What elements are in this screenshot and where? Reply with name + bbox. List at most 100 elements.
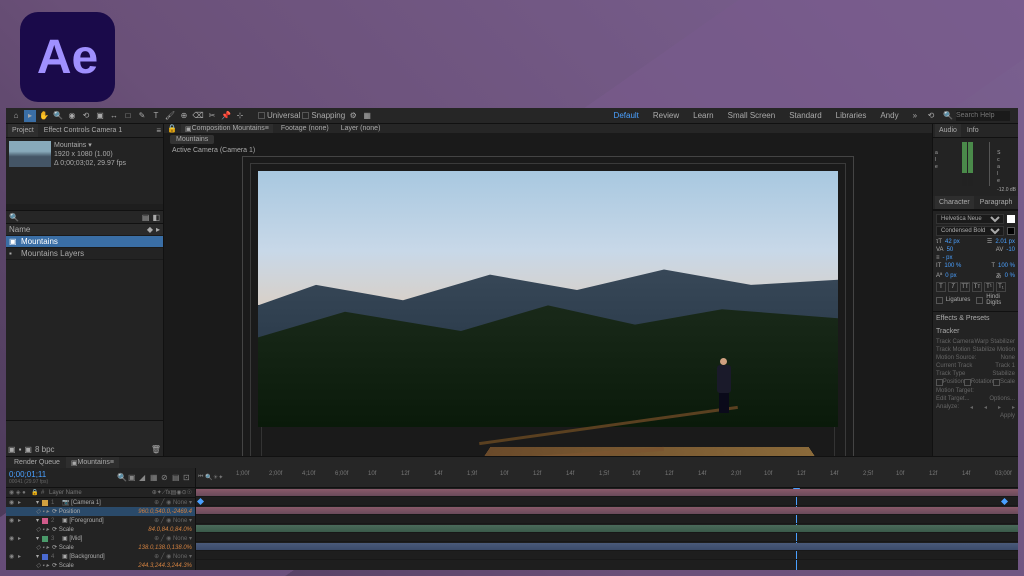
rotation-checkbox[interactable] bbox=[964, 379, 971, 386]
ligatures-checkbox[interactable] bbox=[936, 297, 943, 304]
stroke-swatch[interactable] bbox=[1007, 227, 1015, 235]
project-tab[interactable]: Project bbox=[8, 124, 38, 137]
timeline-track[interactable] bbox=[196, 497, 1018, 506]
workspace-small-screen[interactable]: Small Screen bbox=[722, 108, 782, 123]
timeline-track[interactable] bbox=[196, 533, 1018, 542]
hscale-value[interactable]: 100 % bbox=[998, 263, 1015, 269]
kerning-value[interactable]: 50 bbox=[947, 247, 954, 253]
frame-blend-icon[interactable]: ▦ bbox=[150, 473, 159, 482]
workspace-learn[interactable]: Learn bbox=[687, 108, 719, 123]
composition-preview[interactable] bbox=[258, 171, 838, 456]
stabilize-motion-button[interactable]: Stabilize Motion bbox=[973, 347, 1015, 353]
new-comp-icon[interactable]: ▣ bbox=[24, 445, 32, 454]
eraser-tool-icon[interactable]: ⌫ bbox=[192, 110, 204, 122]
footage-tab[interactable]: Footage (none) bbox=[277, 124, 333, 133]
workspace-standard[interactable]: Standard bbox=[783, 108, 827, 123]
rotate-tool-icon[interactable]: ⟲ bbox=[80, 110, 92, 122]
font-size-value[interactable]: 42 px bbox=[945, 239, 960, 245]
font-family-dropdown[interactable]: Helvetica Neue bbox=[936, 214, 1004, 224]
home-icon[interactable]: ⌂ bbox=[10, 110, 22, 122]
workspace-andy[interactable]: Andy bbox=[874, 108, 904, 123]
zoom-tool-icon[interactable]: 🔍 bbox=[52, 110, 64, 122]
track-motion-button[interactable]: Track Motion bbox=[936, 347, 970, 353]
layer-row[interactable]: ◉▸▾3▣ [Mid]⊕ ╱ ◉ None ▾ bbox=[6, 534, 195, 543]
snapping-checkbox[interactable] bbox=[302, 112, 309, 119]
workspace-review[interactable]: Review bbox=[647, 108, 685, 123]
timeline-track[interactable] bbox=[196, 551, 1018, 560]
motion-blur-icon[interactable]: ⊘ bbox=[161, 473, 170, 482]
type-column-icon[interactable]: ◆ bbox=[147, 225, 153, 234]
workspace-libraries[interactable]: Libraries bbox=[830, 108, 873, 123]
goto-start-icon[interactable]: ⏮ bbox=[198, 474, 203, 481]
workspace-more-icon[interactable]: » bbox=[907, 108, 923, 123]
stamp-tool-icon[interactable]: ⊕ bbox=[178, 110, 190, 122]
timeline-track[interactable] bbox=[196, 488, 1018, 497]
brush-tool-icon[interactable]: 🖌 bbox=[164, 110, 176, 122]
breadcrumb[interactable]: Mountains bbox=[170, 135, 214, 144]
search-timeline-icon[interactable]: 🔍 bbox=[117, 473, 126, 482]
italic-icon[interactable]: T bbox=[948, 282, 958, 292]
draft-icon[interactable]: ⊡ bbox=[183, 473, 192, 482]
tracker-header[interactable]: Tracker bbox=[936, 328, 1015, 335]
edit-target-button[interactable]: Edit Target... bbox=[936, 396, 970, 402]
timeline-track[interactable] bbox=[196, 515, 1018, 524]
text-tool-icon[interactable]: T bbox=[150, 110, 162, 122]
effects-presets-header[interactable]: Effects & Presets bbox=[936, 315, 1015, 322]
roto-tool-icon[interactable]: ✂ bbox=[206, 110, 218, 122]
project-search-icon[interactable]: 🔍 bbox=[9, 213, 19, 222]
mag-icon[interactable]: 🔍 bbox=[205, 474, 212, 481]
audio-slider[interactable] bbox=[989, 142, 990, 186]
apply-button[interactable]: Apply bbox=[1000, 413, 1015, 419]
sparkle-icon[interactable]: ✦ bbox=[218, 474, 223, 481]
timeline-track[interactable] bbox=[196, 524, 1018, 533]
character-tab[interactable]: Character bbox=[935, 196, 974, 209]
fill-icon[interactable]: ▦ bbox=[361, 110, 373, 122]
layer-property-row[interactable]: ◇ ⬩ ▸ ⟳ Scale244.3,244.3,244.3% bbox=[6, 561, 195, 570]
layer-property-row[interactable]: ◇ ⬩ ▸ ⟳ Scale84.0,84.0,84.0% bbox=[6, 525, 195, 534]
universal-checkbox[interactable] bbox=[258, 112, 265, 119]
graph-editor-icon[interactable]: ▤ bbox=[172, 473, 181, 482]
search-input[interactable] bbox=[956, 111, 1010, 121]
interpret-icon[interactable]: ▣ bbox=[8, 445, 16, 454]
bpc-button[interactable]: 8 bpc bbox=[35, 445, 55, 454]
layer-property-row[interactable]: ◇ ⬩ ▸ ⟳ Position960.0,540.0,-2469.4 bbox=[6, 507, 195, 516]
pan-tool-icon[interactable]: ↔ bbox=[108, 110, 120, 122]
hand-tool-icon[interactable]: ✋ bbox=[38, 110, 50, 122]
track-camera-button[interactable]: Track Camera bbox=[936, 339, 974, 345]
trash-icon[interactable]: 🗑 bbox=[151, 445, 161, 454]
puppet-tool-icon[interactable]: 📌 bbox=[220, 110, 232, 122]
workspace-default[interactable]: Default bbox=[608, 108, 645, 123]
name-column-header[interactable]: Name bbox=[9, 225, 30, 234]
warp-stabilizer-button[interactable]: Warp Stabilizer bbox=[975, 339, 1015, 345]
current-time-display[interactable]: 0;00;01;11 bbox=[9, 470, 48, 479]
effect-controls-tab[interactable]: Effect Controls Camera 1 bbox=[40, 124, 126, 137]
timeline-track[interactable] bbox=[196, 542, 1018, 551]
comp-mini-icon[interactable]: ▣ bbox=[128, 473, 137, 482]
bold-icon[interactable]: T bbox=[936, 282, 946, 292]
snapping-opts-icon[interactable]: ⚙ bbox=[347, 110, 359, 122]
project-item-folder[interactable]: ▪ Mountains Layers bbox=[6, 248, 163, 260]
layer-row[interactable]: ◉▸▾1📷 [Camera 1]⊕ ╱ ◉ None ▾ bbox=[6, 498, 195, 507]
stroke-width-value[interactable]: - px bbox=[943, 255, 953, 261]
rect-tool-icon[interactable]: □ bbox=[122, 110, 134, 122]
font-weight-dropdown[interactable]: Condensed Bold bbox=[936, 226, 1004, 236]
project-item-mountains[interactable]: ▣ Mountains bbox=[6, 236, 163, 248]
vscale-value[interactable]: 100 % bbox=[944, 263, 961, 269]
allcaps-icon[interactable]: TT bbox=[960, 282, 970, 292]
position-checkbox[interactable] bbox=[936, 379, 943, 386]
pen-tool-icon[interactable]: ✎ bbox=[136, 110, 148, 122]
local-axis-icon[interactable]: ⊹ bbox=[234, 110, 246, 122]
tracking-value[interactable]: -10 bbox=[1006, 247, 1015, 253]
project-label-icon[interactable]: ◧ bbox=[152, 213, 160, 222]
orbit-tool-icon[interactable]: ◉ bbox=[66, 110, 78, 122]
size-column-icon[interactable]: ▸ bbox=[156, 225, 160, 234]
timeline-comp-tab[interactable]: ▣ Mountains ≡ bbox=[66, 457, 119, 468]
motion-source-dropdown[interactable]: None bbox=[1001, 355, 1015, 361]
analyze-fwd-icon[interactable]: ▸ bbox=[1012, 404, 1015, 411]
search-icon[interactable]: 🔍 bbox=[943, 111, 953, 120]
paragraph-tab[interactable]: Paragraph bbox=[976, 196, 1017, 209]
composition-tab[interactable]: ▣ Composition Mountains ≡ bbox=[181, 124, 273, 133]
workspace-reset-icon[interactable]: ⟲ bbox=[925, 110, 937, 122]
superscript-icon[interactable]: T¹ bbox=[984, 282, 994, 292]
project-type-icon[interactable]: ▤ bbox=[142, 213, 150, 222]
